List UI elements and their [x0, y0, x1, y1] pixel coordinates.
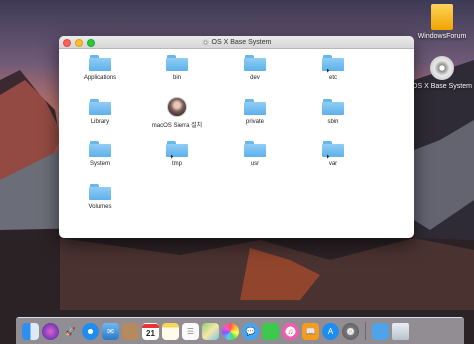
folder-system[interactable]: System — [65, 141, 135, 167]
item-label: Volumes — [88, 204, 112, 210]
item-label: Library — [90, 119, 110, 125]
system-preferences-icon[interactable]: ⚙ — [342, 322, 359, 340]
item-label: sbin — [327, 119, 339, 125]
folder-private[interactable]: private — [220, 99, 290, 125]
folder-applications[interactable]: Applications — [65, 55, 135, 81]
app-store-icon[interactable]: A — [322, 322, 339, 340]
facetime-icon[interactable] — [262, 322, 279, 340]
window-title-text: OS X Base System — [211, 38, 272, 46]
maps-icon[interactable] — [202, 322, 219, 340]
item-label: etc — [328, 75, 337, 81]
traffic-lights — [63, 39, 95, 47]
folder-tmp[interactable]: tmp — [142, 141, 212, 167]
item-label: usr — [250, 161, 260, 167]
zoom-button[interactable] — [87, 39, 95, 47]
folder-volumes[interactable]: Volumes — [65, 184, 135, 210]
item-label: Applications — [83, 75, 117, 81]
notes-icon[interactable] — [162, 322, 179, 340]
item-label: bin — [172, 75, 181, 81]
folder-icon — [244, 141, 266, 157]
folder-icon — [166, 55, 188, 71]
folder-icon — [89, 184, 111, 200]
safari-icon[interactable] — [82, 322, 99, 340]
folder-icon — [244, 55, 266, 71]
app-macos-sierra-installer[interactable]: macOS Sierra 설치 — [142, 97, 212, 129]
item-label: dev — [250, 75, 260, 81]
alias-folder-icon — [322, 55, 344, 73]
contacts-icon[interactable] — [122, 322, 139, 340]
icon-grid: Applications bin dev etc Library macOS S… — [59, 49, 414, 238]
drive-icon — [431, 4, 453, 30]
reminders-icon[interactable]: ☰ — [182, 322, 199, 340]
desktop-icon-label: WindowsForum — [417, 33, 467, 40]
folder-icon — [322, 99, 344, 115]
minimize-button[interactable] — [75, 39, 83, 47]
finder-icon[interactable] — [22, 322, 39, 340]
folder-library[interactable]: Library — [65, 99, 135, 125]
folder-icon — [244, 99, 266, 115]
disk-icon — [201, 38, 209, 46]
calendar-day: 21 — [146, 328, 155, 338]
desktop-icon-label: OS X Base System — [412, 83, 472, 90]
alias-folder-icon — [166, 141, 188, 159]
disk-icon — [430, 56, 454, 80]
window-titlebar[interactable]: OS X Base System — [59, 36, 414, 49]
folder-dev[interactable]: dev — [220, 55, 290, 81]
folder-usr[interactable]: usr — [220, 141, 290, 167]
photos-icon[interactable] — [222, 322, 239, 340]
folder-icon — [89, 141, 111, 157]
folder-etc[interactable]: etc — [298, 55, 368, 81]
messages-icon[interactable]: 💬 — [242, 322, 259, 340]
item-label: private — [245, 119, 264, 125]
mail-icon[interactable]: ✉ — [102, 322, 119, 340]
folder-icon — [89, 99, 111, 115]
desktop-icon-windowsforum[interactable]: WindowsForum — [412, 4, 472, 40]
dock: 🚀 ✉ 21 ☰ 💬 ♫ 📖 A ⚙ — [16, 317, 464, 344]
launchpad-icon[interactable]: 🚀 — [62, 322, 79, 340]
item-label: macOS Sierra 설치 — [151, 123, 203, 129]
macos-sierra-installer-icon — [167, 97, 187, 117]
folder-sbin[interactable]: sbin — [298, 99, 368, 125]
close-button[interactable] — [63, 39, 71, 47]
calendar-icon[interactable]: 21 — [142, 322, 159, 340]
desktop-icon-os-x-base-system[interactable]: OS X Base System — [412, 56, 472, 90]
folder-var[interactable]: var — [298, 141, 368, 167]
ibooks-icon[interactable]: 📖 — [302, 322, 319, 340]
siri-icon[interactable] — [42, 322, 59, 340]
alias-folder-icon — [322, 141, 344, 159]
itunes-icon[interactable]: ♫ — [282, 322, 299, 340]
folder-icon — [89, 55, 111, 71]
item-label: tmp — [171, 161, 182, 167]
trash-icon[interactable] — [392, 322, 409, 340]
dock-separator — [365, 322, 366, 340]
downloads-icon[interactable] — [372, 322, 389, 340]
finder-window: OS X Base System Applications bin dev et… — [59, 36, 414, 238]
folder-bin[interactable]: bin — [142, 55, 212, 81]
item-label: System — [89, 161, 110, 167]
window-title: OS X Base System — [201, 38, 272, 46]
item-label: var — [328, 161, 338, 167]
